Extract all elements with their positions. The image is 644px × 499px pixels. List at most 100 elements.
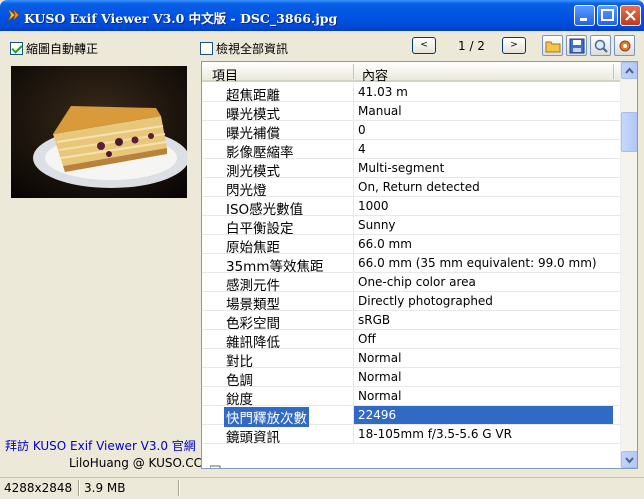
show-all-checkbox[interactable] [200,42,213,55]
table-row[interactable]: 場景類型 Directly photographed [202,292,621,313]
row-value: One-chip color area [358,275,476,289]
chevron-up-icon [625,67,634,74]
column-divider [353,406,354,425]
scroll-thumb[interactable] [621,112,637,152]
row-value: 41.03 m [358,85,408,99]
column-divider [353,235,354,254]
search-icon [594,39,608,53]
exif-list[interactable]: 項目 內容 超焦距離 41.03 m 曝光模式 Manual 曝光補償 0 影像壓縮率 4 測光… [201,61,638,469]
close-button[interactable] [620,5,641,26]
folder-icon [545,41,560,52]
page-indicator: 1 / 2 [458,39,485,53]
table-row[interactable]: 對比 Normal [202,349,621,370]
row-value: Multi-segment [358,161,445,175]
table-row[interactable]: 超焦距離 41.03 m [202,83,621,104]
header-divider[interactable] [353,64,354,79]
row-value: Normal [358,351,402,365]
status-divider [78,480,80,496]
row-key: 曝光補償 [226,126,280,142]
table-row[interactable]: 鏡頭資訊 18-105mm f/3.5-5.6 G VR [202,425,621,446]
column-divider [353,197,354,216]
auto-rotate-label: 縮圖自動轉正 [26,42,99,56]
row-key: 色調 [226,373,253,389]
minimize-button[interactable] [574,5,595,26]
row-value: On, Return detected [358,180,480,194]
image-dimensions: 4288x2848 [4,481,73,495]
save-button[interactable] [566,35,587,56]
table-row[interactable]: 曝光補償 0 [202,121,621,142]
row-value: Normal [358,370,402,384]
column-divider [353,254,354,273]
open-folder-button[interactable] [542,35,563,56]
table-row[interactable]: 感測元件 One-chip color area [202,273,621,294]
row-value: 18-105mm f/3.5-5.6 G VR [358,427,512,441]
maximize-button[interactable] [597,5,618,26]
partial-row-icon [209,462,222,468]
vertical-scrollbar[interactable] [620,62,637,468]
row-key: 雜訊降低 [226,335,280,351]
close-icon [625,10,636,21]
next-label: > [510,40,518,50]
minimize-icon [580,18,587,21]
column-divider [353,83,354,102]
table-row[interactable]: 35mm等效焦距 66.0 mm (35 mm equivalent: 99.0 … [202,254,621,275]
table-row[interactable]: 影像壓縮率 4 [202,140,621,161]
next-page-button[interactable]: > [502,37,526,54]
row-value: Off [358,332,376,346]
row-value: 0 [358,123,366,137]
website-link[interactable]: 拜訪 KUSO Exif Viewer V3.0 官網 [5,437,196,454]
list-rows: 超焦距離 41.03 m 曝光模式 Manual 曝光補償 0 影像壓縮率 4 測光模式 Mult… [202,83,621,446]
row-key: 影像壓縮率 [226,145,294,161]
header-item[interactable]: 項目 [212,65,238,84]
row-key: 測光模式 [226,164,280,180]
row-key: 白平衡設定 [226,221,294,237]
settings-button[interactable] [614,35,635,56]
table-row[interactable]: 雜訊降低 Off [202,330,621,351]
search-button[interactable] [590,35,611,56]
row-key: 感測元件 [226,278,280,294]
column-divider [353,140,354,159]
auto-rotate-option[interactable]: 縮圖自動轉正 [10,40,98,57]
column-divider [353,121,354,140]
row-key: 曝光模式 [226,107,280,123]
title-bar: KUSO Exif Viewer V3.0 中文版 - DSC_3866.jpg [0,0,644,31]
row-key: 原始焦距 [226,240,280,256]
table-row[interactable]: 原始焦距 66.0 mm [202,235,621,256]
row-value: 1000 [358,199,389,213]
column-divider [353,102,354,121]
table-row[interactable]: 曝光模式 Manual [202,102,621,123]
column-divider [353,368,354,387]
save-icon [569,38,584,53]
auto-rotate-checkbox[interactable] [10,42,23,55]
table-row[interactable]: 測光模式 Multi-segment [202,159,621,180]
table-row[interactable]: 快門釋放次數 22496 [202,406,621,427]
list-header: 項目 內容 [202,62,621,84]
header-content[interactable]: 內容 [362,65,388,84]
column-divider [353,159,354,178]
header-divider[interactable] [613,64,614,79]
scroll-down-button[interactable] [621,451,637,468]
column-divider [353,349,354,368]
row-key: 鏡頭資訊 [226,430,280,446]
row-key: ISO感光數值 [226,202,304,218]
scroll-up-button[interactable] [621,62,637,79]
table-row[interactable]: 白平衡設定 Sunny [202,216,621,237]
table-row[interactable]: 閃光燈 On, Return detected [202,178,621,199]
app-icon [7,8,20,22]
show-all-label: 檢視全部資訊 [216,42,289,56]
column-divider [353,178,354,197]
show-all-option[interactable]: 檢視全部資訊 [200,40,288,57]
column-divider [353,330,354,349]
table-row[interactable]: 銳度 Normal [202,387,621,408]
row-key: 對比 [226,354,253,370]
table-row[interactable]: ISO感光數值 1000 [202,197,621,218]
row-value: Sunny [358,218,396,232]
row-value: Directly photographed [358,294,493,308]
table-row[interactable]: 色調 Normal [202,368,621,389]
row-value: 66.0 mm (35 mm equivalent: 99.0 mm) [358,256,597,270]
row-key: 35mm等效焦距 [226,259,324,275]
prev-label: < [420,40,428,50]
column-divider [353,311,354,330]
table-row[interactable]: 色彩空間 sRGB [202,311,621,332]
prev-page-button[interactable]: < [412,37,436,54]
